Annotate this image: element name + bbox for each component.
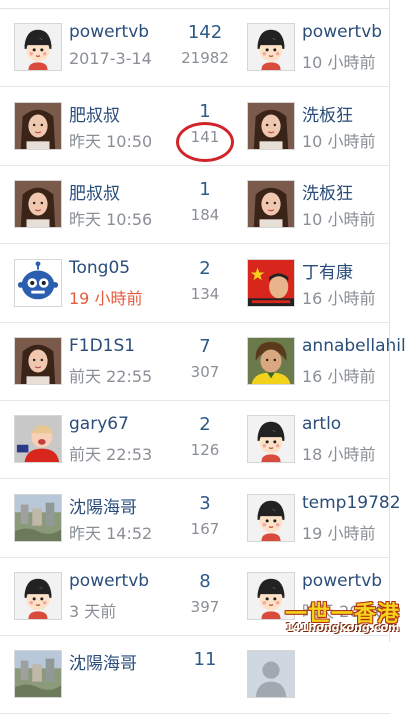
reply-count[interactable]: 1 xyxy=(160,101,250,122)
view-count: 134 xyxy=(190,285,220,303)
thread-row: 沈陽海哥昨天 14:52 3 167 temp19782 19 小時前 xyxy=(0,479,401,558)
author-link[interactable]: 肥叔叔 xyxy=(69,179,120,204)
view-count: 184 xyxy=(190,206,220,224)
last-poster-link[interactable]: temp19782 xyxy=(302,493,401,513)
view-count: 167 xyxy=(190,520,220,538)
post-time: 昨天 14:52 xyxy=(69,524,153,543)
reply-count[interactable]: 2 xyxy=(160,414,250,435)
highlight-circle-annotation xyxy=(176,122,234,162)
robot-avatar-icon[interactable] xyxy=(14,259,62,307)
last-poster-link[interactable]: 洗板狂 xyxy=(302,179,353,204)
author-link[interactable]: powertvb xyxy=(69,22,149,42)
last-poster-link[interactable]: powertvb xyxy=(302,571,382,591)
woman-photo-avatar-icon[interactable] xyxy=(14,337,62,385)
last-post-time[interactable]: 10 小時前 xyxy=(302,49,375,73)
post-time: 3 天前 xyxy=(69,602,117,621)
cartoon-avatar-icon[interactable] xyxy=(247,23,295,71)
view-count: 126 xyxy=(190,441,220,459)
cartoon-avatar-icon[interactable] xyxy=(14,23,62,71)
last-post-time[interactable]: 10 小時前 xyxy=(302,128,375,152)
post-time: 前天 22:53 xyxy=(69,445,153,464)
reply-count[interactable]: 2 xyxy=(160,258,250,279)
thread-row: F1D1S1 前天 22:55 7 307 annabellahil 16 小時前 xyxy=(0,322,406,401)
cartoon-avatar-icon[interactable] xyxy=(247,415,295,463)
last-post-time[interactable]: 19 小時前 xyxy=(302,520,375,544)
thread-row: 肥叔叔昨天 10:56 1 184 洗板狂 10 小時前 xyxy=(0,165,390,244)
last-post-time[interactable]: 16 小時前 xyxy=(302,285,375,309)
thread-row: powertvb 2017-3-14 142 21982 powertvb 10 小時前 xyxy=(0,8,390,87)
last-post-time[interactable]: 16 小時前 xyxy=(302,363,375,387)
reply-count[interactable]: 3 xyxy=(160,493,250,514)
woman-photo-avatar-icon[interactable] xyxy=(247,102,295,150)
flag-photo-avatar-icon[interactable] xyxy=(247,259,295,307)
last-post-time[interactable]: 18 小時前 xyxy=(302,441,375,465)
table-right-border xyxy=(389,0,390,642)
reply-count[interactable]: 7 xyxy=(160,336,250,357)
post-time: 前天 22:55 xyxy=(69,367,153,386)
child-photo-avatar-icon[interactable] xyxy=(14,415,62,463)
soccer-player-avatar-icon[interactable] xyxy=(247,337,295,385)
author-link[interactable]: gary67 xyxy=(69,414,129,434)
reply-count[interactable]: 8 xyxy=(160,571,250,592)
view-count: 307 xyxy=(190,363,220,381)
woman-photo-avatar-icon[interactable] xyxy=(14,180,62,228)
author-link[interactable]: 沈陽海哥 xyxy=(69,649,137,674)
reply-count[interactable]: 11 xyxy=(160,649,250,670)
reply-count[interactable]: 1 xyxy=(160,179,250,200)
woman-photo-avatar-icon[interactable] xyxy=(14,102,62,150)
author-link[interactable]: 肥叔叔 xyxy=(69,101,120,126)
last-poster-link[interactable]: powertvb xyxy=(302,22,382,42)
post-time: 19 小時前 xyxy=(69,289,143,308)
author-link[interactable]: F1D1S1 xyxy=(69,336,135,356)
last-poster-link[interactable]: annabellahil xyxy=(302,336,406,356)
thread-row: 沈陽海哥 11 xyxy=(0,635,390,714)
last-poster-link[interactable]: 洗板狂 xyxy=(302,101,353,126)
woman-photo-avatar-icon[interactable] xyxy=(247,180,295,228)
author-link[interactable]: powertvb xyxy=(69,571,149,591)
thread-row: gary67 前天 22:53 2 126 artlo 18 小時前 xyxy=(0,400,390,479)
last-post-time[interactable]: 10 小時前 xyxy=(302,206,375,230)
watermark-subtitle: 141hongkong.com xyxy=(285,621,400,634)
cartoon-avatar-icon[interactable] xyxy=(14,572,62,620)
cartoon-avatar-icon[interactable] xyxy=(247,494,295,542)
view-count: 21982 xyxy=(181,49,229,67)
last-poster-link[interactable]: 丁有康 xyxy=(302,258,353,283)
author-link[interactable]: 沈陽海哥 xyxy=(69,493,137,518)
post-time: 昨天 10:56 xyxy=(69,210,153,229)
author-link[interactable]: Tong05 xyxy=(69,258,130,278)
site-watermark: 一世一香港 141hongkong.com xyxy=(280,596,405,638)
reply-count[interactable]: 142 xyxy=(160,22,250,43)
last-poster-link[interactable]: artlo xyxy=(302,414,341,434)
post-time: 2017-3-14 xyxy=(69,49,152,68)
thread-row: Tong05 19 小時前 2 134 丁有康 16 小時前 xyxy=(0,244,390,323)
landscape-photo-avatar-icon[interactable] xyxy=(14,650,62,698)
photo-avatar-icon[interactable] xyxy=(247,650,295,698)
view-count: 397 xyxy=(190,598,220,616)
post-time: 昨天 10:50 xyxy=(69,132,153,151)
landscape-photo-avatar-icon[interactable] xyxy=(14,494,62,542)
